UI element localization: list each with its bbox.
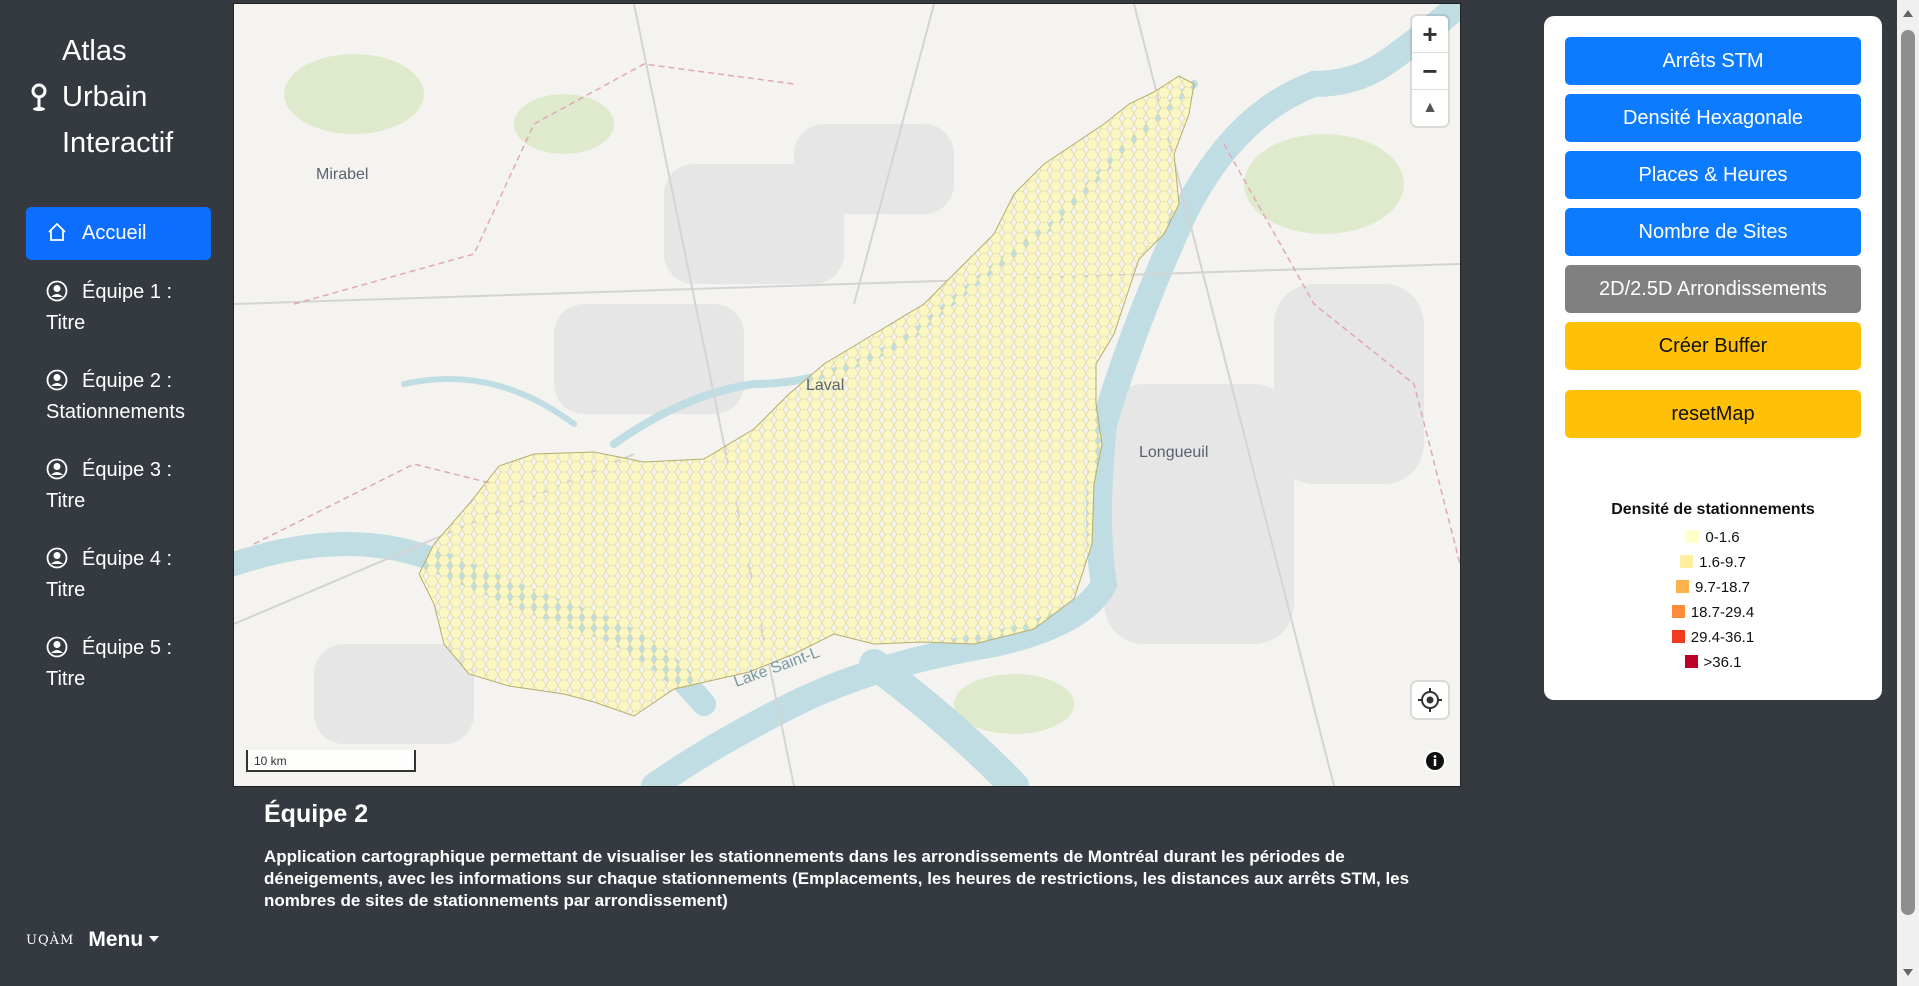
sidebar: Atlas Urbain Interactif Accueil Équipe 1… bbox=[0, 0, 230, 986]
nav-label-accueil: Accueil bbox=[82, 222, 147, 244]
zoom-out-button[interactable]: − bbox=[1412, 53, 1448, 90]
legend-item: 9.7-18.7 bbox=[1544, 575, 1882, 600]
map-label-longueuil: Longueuil bbox=[1139, 444, 1209, 461]
legend-label: 1.6-9.7 bbox=[1699, 554, 1746, 571]
legend-item: 0-1.6 bbox=[1544, 525, 1882, 550]
arrondissements-2d-button[interactable]: 2D/2.5D Arrondissements bbox=[1565, 265, 1861, 313]
brand[interactable]: Atlas Urbain Interactif bbox=[28, 28, 173, 166]
nombre-de-sites-button[interactable]: Nombre de Sites bbox=[1565, 208, 1861, 256]
legend-title: Densité de stationnements bbox=[1611, 501, 1815, 518]
legend-label: 29.4-36.1 bbox=[1690, 629, 1755, 646]
nav-item-equipe-3[interactable]: Équipe 3 : Titre bbox=[26, 445, 211, 527]
legend-swatch bbox=[1671, 630, 1685, 643]
menu-label: Menu bbox=[88, 928, 144, 951]
scroll-up-icon[interactable] bbox=[1903, 10, 1913, 17]
density-legend: Densité de stationnements 0-1.6 1.6-9.7 … bbox=[1544, 501, 1882, 675]
nav-sublabel-equipe-5: Titre bbox=[46, 668, 86, 690]
compass-icon: ▲ bbox=[1422, 99, 1438, 116]
reset-map-button[interactable]: resetMap bbox=[1565, 390, 1861, 438]
sidebar-nav: Accueil Équipe 1 : Titre Équipe 2 : Stat… bbox=[26, 207, 211, 712]
legend-swatch bbox=[1684, 655, 1698, 668]
map-basemap bbox=[234, 4, 1460, 786]
legend-item: 18.7-29.4 bbox=[1544, 600, 1882, 625]
nav-item-equipe-4[interactable]: Équipe 4 : Titre bbox=[26, 534, 211, 616]
sidebar-footer: UQÀM Menu bbox=[26, 928, 160, 952]
scale-bar: 10 km bbox=[246, 750, 416, 772]
crosshair-icon bbox=[1418, 688, 1442, 712]
nav-label-equipe-3: Équipe 3 : bbox=[82, 459, 173, 481]
legend-label: >36.1 bbox=[1703, 654, 1742, 671]
nav-label-equipe-5: Équipe 5 : bbox=[82, 637, 173, 659]
user-circle-icon bbox=[46, 280, 68, 302]
menu-dropdown[interactable]: Menu bbox=[88, 928, 160, 952]
nav-label-equipe-2: Équipe 2 : bbox=[82, 370, 173, 392]
nav-sublabel-equipe-3: Titre bbox=[46, 490, 86, 512]
info-icon bbox=[1426, 752, 1444, 770]
attribution-button[interactable] bbox=[1424, 750, 1446, 772]
nav-label-equipe-4: Équipe 4 : bbox=[82, 548, 173, 570]
control-panel: Arrêts STM Densité Hexagonale Places & H… bbox=[1544, 16, 1882, 700]
brand-title: Atlas Urbain Interactif bbox=[62, 35, 174, 159]
caret-down-icon bbox=[149, 936, 160, 942]
user-circle-icon bbox=[46, 458, 68, 480]
nav-sublabel-equipe-4: Titre bbox=[46, 579, 86, 601]
nav-sublabel-equipe-1: Titre bbox=[46, 312, 86, 334]
map-label-mirabel: Mirabel bbox=[316, 166, 369, 183]
densite-hexagonale-button[interactable]: Densité Hexagonale bbox=[1565, 94, 1861, 142]
geolocate-button[interactable] bbox=[1412, 682, 1448, 718]
legend-swatch bbox=[1680, 555, 1694, 568]
nav-sublabel-equipe-2: Stationnements bbox=[46, 401, 185, 423]
scroll-down-icon[interactable] bbox=[1903, 969, 1913, 976]
legend-swatch bbox=[1675, 580, 1689, 593]
uqam-logo: UQÀM bbox=[26, 932, 75, 948]
nav-item-accueil[interactable]: Accueil bbox=[26, 207, 211, 260]
places-heures-button[interactable]: Places & Heures bbox=[1565, 151, 1861, 199]
section-description: Application cartographique permettant de… bbox=[264, 847, 1410, 910]
legend-item: 29.4-36.1 bbox=[1544, 625, 1882, 650]
legend-item: 1.6-9.7 bbox=[1544, 550, 1882, 575]
home-icon bbox=[48, 222, 66, 241]
nav-item-equipe-1[interactable]: Équipe 1 : Titre bbox=[26, 267, 211, 349]
legend-item: >36.1 bbox=[1544, 650, 1882, 675]
user-circle-icon bbox=[46, 369, 68, 391]
map-canvas[interactable]: Mirabel Laval Longueuil Lake Saint-L + −… bbox=[233, 3, 1461, 787]
legend-label: 0-1.6 bbox=[1705, 529, 1740, 546]
zoom-in-button[interactable]: + bbox=[1412, 16, 1448, 53]
legend-label: 9.7-18.7 bbox=[1694, 579, 1751, 596]
user-circle-icon bbox=[46, 636, 68, 658]
map-label-laval: Laval bbox=[806, 377, 845, 394]
nav-item-equipe-5[interactable]: Équipe 5 : Titre bbox=[26, 623, 211, 705]
legend-label: 18.7-29.4 bbox=[1690, 604, 1755, 621]
user-circle-icon bbox=[46, 547, 68, 569]
nav-label-equipe-1: Équipe 1 : bbox=[82, 281, 173, 303]
creer-buffer-button[interactable]: Créer Buffer bbox=[1565, 322, 1861, 370]
compass-button[interactable]: ▲ bbox=[1412, 90, 1448, 126]
legend-swatch bbox=[1686, 530, 1700, 543]
scrollbar-thumb[interactable] bbox=[1901, 30, 1915, 915]
pin-icon bbox=[31, 83, 47, 111]
page-scrollbar[interactable] bbox=[1897, 0, 1919, 986]
section-title: Équipe 2 bbox=[264, 800, 369, 828]
arrets-stm-button[interactable]: Arrêts STM bbox=[1565, 37, 1861, 85]
nav-item-equipe-2[interactable]: Équipe 2 : Stationnements bbox=[26, 356, 211, 438]
legend-swatch bbox=[1671, 605, 1685, 618]
map-navigation-control: + − ▲ bbox=[1412, 16, 1448, 126]
